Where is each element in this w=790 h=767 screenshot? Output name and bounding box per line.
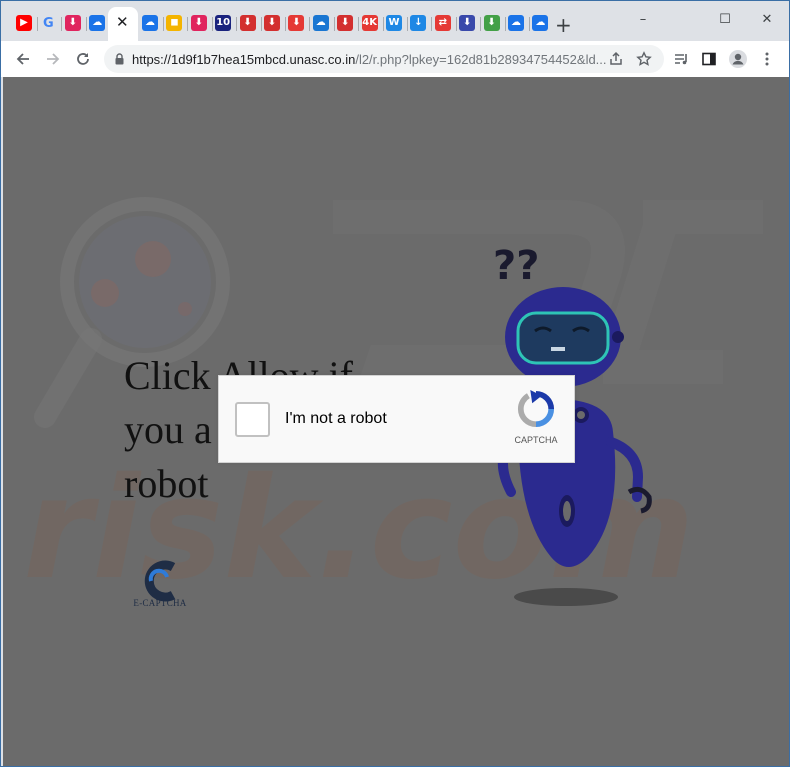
side-panel-button[interactable]	[697, 47, 721, 71]
tab[interactable]: G	[36, 11, 60, 35]
active-tab[interactable]: ✕	[108, 7, 138, 41]
captcha-brand: CAPTCHA	[514, 435, 558, 445]
maximize-button[interactable]: ☐	[707, 9, 743, 29]
tab[interactable]: ☁	[309, 11, 333, 35]
menu-button[interactable]	[755, 47, 779, 71]
download-icon: ⬇	[64, 15, 81, 31]
tab-close-icon[interactable]: ✕	[116, 13, 129, 31]
tab[interactable]: ◼	[162, 11, 186, 35]
lock-icon	[115, 53, 124, 65]
tab[interactable]: 10	[211, 11, 235, 35]
download-icon: ⬇	[337, 15, 354, 31]
tab[interactable]: ☁	[528, 11, 552, 35]
media-control-button[interactable]	[669, 47, 693, 71]
back-button[interactable]	[11, 47, 35, 71]
captcha-widget: I'm not a robot CAPTCHA	[218, 375, 575, 463]
close-window-button[interactable]: ✕	[749, 9, 785, 29]
forward-button[interactable]	[41, 47, 65, 71]
tab[interactable]: ▶	[12, 11, 36, 35]
bookmark-button[interactable]	[634, 49, 654, 69]
reload-icon	[77, 53, 89, 65]
cloud-download-icon: ☁	[508, 15, 524, 31]
ecaptcha-label: E-CAPTCHA	[133, 598, 187, 608]
profile-button[interactable]	[726, 47, 750, 71]
minimize-button[interactable]: –	[625, 9, 661, 29]
tab[interactable]: ☁	[504, 11, 528, 35]
tab[interactable]: ⬇	[187, 11, 211, 35]
cloud-download-icon: ☁	[532, 15, 549, 31]
download-icon: ⬇	[483, 15, 500, 31]
address-bar[interactable]: https://1d9f1b7hea15mbcd.unasc.co.in/l2/…	[104, 45, 664, 73]
convert-icon: ⇄	[434, 15, 451, 31]
recaptcha-icon	[517, 390, 555, 428]
cloud-icon: ☁	[312, 15, 329, 31]
cloud-icon: ☁	[142, 15, 158, 31]
new-tab-button[interactable]: +	[555, 15, 572, 35]
question-marks-icon: ??	[493, 243, 539, 289]
google-icon: G	[43, 15, 54, 31]
tab[interactable]: ⬇	[260, 11, 284, 35]
reload-button[interactable]	[71, 47, 95, 71]
video-icon: ◼	[166, 15, 183, 31]
w-icon: W	[386, 15, 402, 31]
download-icon: ⬇	[190, 15, 207, 31]
tab[interactable]: ⬇	[236, 11, 260, 35]
minimize-icon: –	[639, 11, 647, 27]
page-content: risk.com ?? Click Allow if	[3, 77, 789, 766]
url-text: https://1d9f1b7hea15mbcd.unasc.co.in/l2/…	[132, 52, 607, 67]
tab[interactable]: ☁	[85, 11, 109, 35]
star-icon	[636, 51, 652, 66]
tab-strip: ▶ G ⬇ ☁ ☁ ◼ ⬇ 10 ⬇ ⬇ ⬇ ☁ ⬇ 4K W ↓ ⇄ ⬇ ⬇ ☁ ☁ ✕ + – ☐ ✕	[1, 1, 789, 41]
url-host: https://1d9f1b7hea15mbcd.unasc.co.in	[132, 52, 356, 67]
tab[interactable]: ⬇	[455, 11, 479, 35]
tab[interactable]: ⬇	[284, 11, 308, 35]
download-icon: ⬇	[459, 15, 476, 31]
avatar-icon	[729, 50, 747, 68]
cloud-download-icon: ☁	[89, 15, 106, 31]
share-icon	[610, 51, 622, 65]
maximize-icon: ☐	[719, 11, 731, 27]
browser-toolbar: https://1d9f1b7hea15mbcd.unasc.co.in/l2/…	[1, 41, 789, 77]
tab[interactable]: W	[382, 11, 406, 35]
arrow-left-icon	[16, 53, 29, 65]
browser-window: ▶ G ⬇ ☁ ☁ ◼ ⬇ 10 ⬇ ⬇ ⬇ ☁ ⬇ 4K W ↓ ⇄ ⬇ ⬇ ☁ ☁ ✕ + – ☐ ✕ https:…	[0, 0, 790, 767]
download-icon: ⬇	[239, 15, 256, 31]
close-icon: ✕	[761, 11, 773, 27]
arrow-right-icon	[47, 53, 60, 65]
tab[interactable]: ↓	[406, 11, 430, 35]
4k-icon: 4K	[361, 15, 378, 31]
tab[interactable]: ⬇	[61, 11, 85, 35]
share-button[interactable]	[606, 49, 626, 69]
url-path: /l2/r.php?lpkey=162d81b28934754452&ld...	[355, 52, 607, 67]
arrow-down-icon: ↓	[410, 15, 427, 31]
ten-icon: 10	[215, 15, 232, 31]
tab[interactable]: 4K	[358, 11, 382, 35]
youtube-icon: ▶	[16, 15, 32, 31]
download-icon: ⬇	[288, 15, 305, 31]
playlist-icon	[675, 54, 687, 65]
not-a-robot-checkbox[interactable]	[235, 402, 270, 437]
tab[interactable]: ⇄	[431, 11, 455, 35]
tab[interactable]: ☁	[138, 11, 162, 35]
more-vert-icon	[765, 52, 769, 66]
captcha-label: I'm not a robot	[285, 410, 387, 427]
download-icon: ⬇	[264, 15, 280, 31]
tab[interactable]: ⬇	[333, 11, 357, 35]
headline-line: robot	[124, 461, 209, 506]
tab[interactable]: ⬇	[480, 11, 504, 35]
side-panel-icon	[702, 52, 716, 66]
